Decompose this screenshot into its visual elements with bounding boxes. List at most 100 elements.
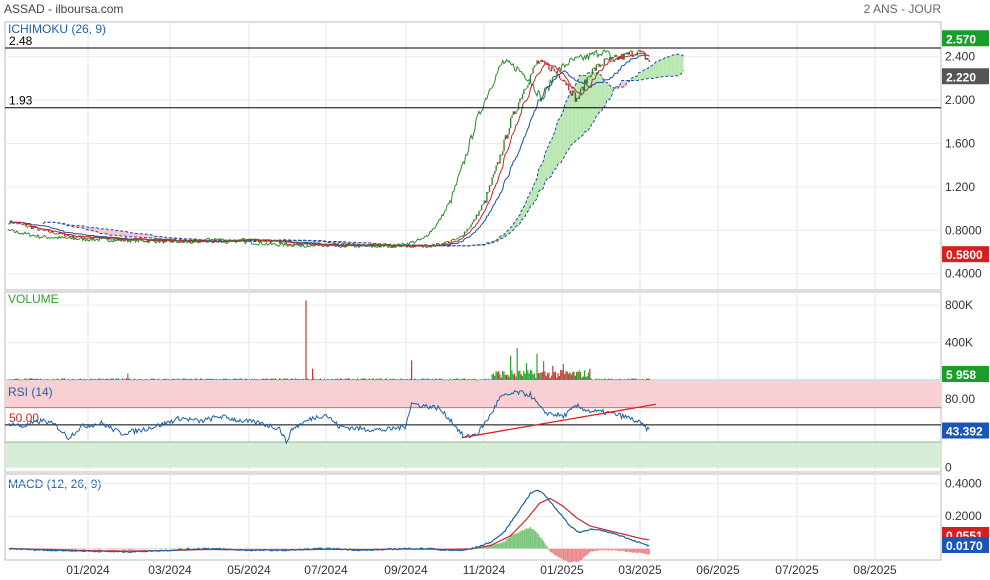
volume-bar [393,378,396,380]
volume-bar [183,378,186,380]
macd-histogram-bar [513,534,516,549]
volume-bar [129,378,132,380]
volume-bar [296,379,298,380]
macd-histogram-bar [263,548,265,550]
macd-histogram-bar [503,541,505,549]
volume-bar [294,378,297,380]
price-candle [123,240,125,242]
volume-bar [557,373,559,380]
kumo-segment [111,229,114,236]
y-tick-label: 80.00 [945,392,975,406]
price-candle [447,241,450,244]
volume-bar [352,379,355,380]
macd-histogram-bar [496,543,499,549]
volume-bar [408,379,410,381]
kumo-segment [527,195,530,212]
volume-bar [424,378,426,380]
macd-histogram-bar [546,547,549,549]
price-candle [77,236,79,238]
kumo-segment [550,140,552,178]
volume-bar [347,378,349,380]
price-candle [498,162,500,164]
volume-bar [335,378,337,380]
price-candle [127,238,129,241]
volume-bar [257,379,260,381]
kumo-segment [659,59,662,78]
price-candle [154,239,157,242]
price-badge: 2.220 [946,70,976,84]
kumo-segment [552,133,555,173]
volume-bar [201,378,203,380]
price-candle [603,58,606,65]
kumo-segment [680,55,683,75]
price-candle [585,79,587,84]
price-candle [366,244,368,246]
level-label-2-48: 2.48 [9,34,33,48]
price-candle [546,63,549,66]
macd-histogram-bar [611,548,613,551]
macd-histogram-bar [519,531,521,549]
price-candle [207,240,210,243]
volume-bar [301,378,303,380]
price-candle [599,64,602,67]
price-candle [186,240,188,242]
volume-bar [454,378,456,380]
volume-bar [610,378,612,380]
volume-bar [453,378,455,380]
kumo-segment [142,233,144,238]
volume-bar [79,378,81,380]
kumo-segment [596,72,598,117]
volume-bar [484,378,487,380]
volume-bar [473,379,475,380]
volume-bar [152,378,154,380]
price-candle [166,238,169,240]
macd-histogram-bar [110,548,112,550]
price-candle [273,239,276,241]
price-candle [206,241,208,243]
kumo-segment [589,72,592,127]
price-candle [41,228,43,230]
volume-bar [181,379,183,380]
x-tick-label: 03/2024 [148,563,192,577]
price-candle [393,244,396,248]
price-candle [183,239,186,243]
price-candle [392,244,394,248]
volume-bar [533,372,535,380]
price-candle [54,233,56,235]
price-candle [337,245,339,247]
price-candle [220,241,223,243]
price-candle [152,239,154,241]
price-candle [78,235,80,237]
macd-histogram-bar [114,548,116,550]
volume-bar [216,379,219,381]
price-candle [132,239,134,241]
volume-bar [18,379,21,381]
price-candle [203,239,206,241]
price-candle [557,73,559,75]
volume-bar [193,379,195,381]
volume-bar [342,379,344,381]
price-candle [133,237,136,241]
macd-histogram-bar [98,548,100,550]
volume-bar [83,378,85,380]
macd-histogram-bar [639,548,641,553]
price-candle [640,50,642,53]
price-candle [533,65,536,68]
volume-bar [323,378,326,380]
volume-bar [116,378,118,380]
macd-histogram-bar [628,548,631,553]
price-candle [22,224,25,226]
price-candle [362,245,364,247]
macd-histogram-bar [616,548,619,551]
volume-bar [384,378,386,380]
kumo-segment [113,229,115,236]
price-candle [272,239,274,241]
volume-bar [29,378,31,380]
price-candle [529,74,532,82]
kumo-segment [539,165,541,191]
kumo-segment [114,230,116,236]
volume-bar [432,378,434,380]
price-candle [500,154,503,156]
volume-bar [247,379,249,380]
volume-bar [168,378,170,380]
